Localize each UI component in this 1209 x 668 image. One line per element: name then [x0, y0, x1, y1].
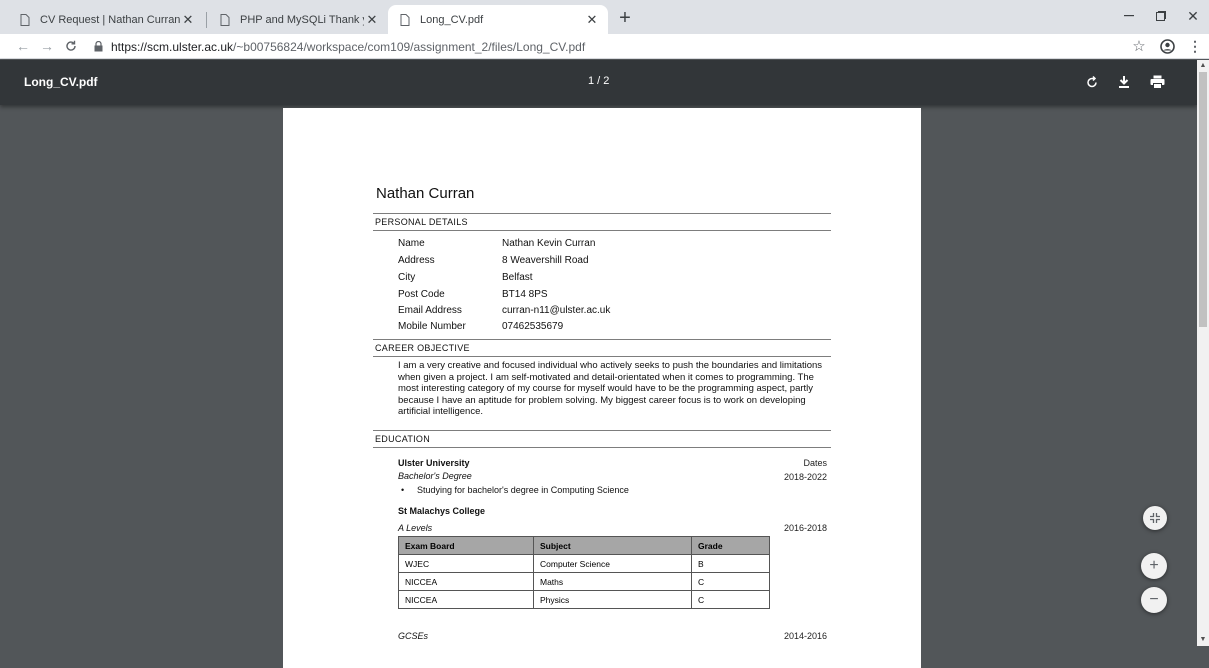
new-tab-button[interactable]: + [613, 8, 637, 30]
back-icon[interactable]: ← [14, 37, 32, 55]
alevels-dates: 2016-2018 [783, 523, 827, 533]
scroll-up-icon[interactable]: ▲ [1197, 60, 1209, 72]
table-cell: WJEC [398, 554, 534, 573]
table-row: NICCEA Maths C [398, 572, 770, 591]
tab-strip: CV Request | Nathan Curran ✕ PHP and MyS… [0, 0, 1209, 34]
scroll-down-icon[interactable]: ▼ [1197, 634, 1209, 646]
plus-icon: + [1149, 557, 1159, 574]
degree-title: Bachelor's Degree [398, 471, 472, 481]
college-name: St Malachys College [398, 506, 486, 516]
table-cell: NICCEA [398, 590, 534, 609]
bookmark-star-icon[interactable]: ☆ [1130, 37, 1148, 55]
maximize-icon[interactable] [1150, 6, 1172, 26]
forward-icon[interactable]: → [38, 37, 56, 55]
minus-icon: − [1149, 591, 1159, 608]
career-objective-text: I am a very creative and focused individ… [398, 360, 823, 418]
col-header: Subject [533, 536, 692, 555]
rotate-icon[interactable] [1082, 72, 1102, 92]
table-row: NICCEA Physics C [398, 590, 770, 609]
col-header: Exam Board [398, 536, 534, 555]
scrollbar-thumb[interactable] [1199, 72, 1207, 327]
vertical-scrollbar[interactable]: ▲ ▼ [1197, 60, 1209, 646]
gcses-title: GCSEs [398, 631, 429, 641]
degree-bullet: • Studying for bachelor's degree in Compu… [401, 485, 629, 495]
cv-name: Nathan Curran [376, 185, 475, 202]
download-icon[interactable] [1114, 72, 1134, 92]
pdf-file-name: Long_CV.pdf [24, 75, 98, 89]
document-icon [18, 13, 32, 27]
close-icon[interactable]: ✕ [584, 12, 600, 28]
tab-long-cv[interactable]: Long_CV.pdf ✕ [388, 5, 608, 34]
detail-row: Mobile Number 07462535679 [398, 321, 564, 332]
url-host: https://scm.ulster.ac.uk [111, 39, 234, 54]
alevels-title: A Levels [398, 523, 433, 533]
detail-row: Name Nathan Kevin Curran [398, 238, 596, 249]
alevels-table: Exam Board Subject Grade WJEC Computer S… [398, 536, 770, 609]
dates-header: Dates [803, 458, 827, 468]
table-row: WJEC Computer Science B [398, 554, 770, 573]
close-icon[interactable]: ✕ [180, 12, 196, 28]
table-header-row: Exam Board Subject Grade [398, 536, 770, 555]
col-header: Grade [691, 536, 770, 555]
tab-php-mysqli[interactable]: PHP and MySQLi Thank you mes ✕ [208, 5, 388, 34]
zoom-out-button[interactable]: − [1141, 587, 1167, 613]
university-name: Ulster University [398, 458, 470, 468]
tab-title: Long_CV.pdf [420, 13, 484, 26]
window-close-icon[interactable]: ✕ [1182, 6, 1204, 26]
tab-cv-request[interactable]: CV Request | Nathan Curran ✕ [8, 5, 204, 34]
detail-row: Address 8 Weavershill Road [398, 255, 589, 266]
menu-icon[interactable]: ⋮ [1186, 37, 1204, 55]
detail-row: City Belfast [398, 272, 533, 283]
pdf-toolbar: Long_CV.pdf 1 / 2 [0, 60, 1197, 105]
fit-page-icon [1149, 512, 1161, 524]
university-dates: 2018-2022 [783, 472, 827, 482]
lock-icon [94, 41, 103, 52]
minimize-icon[interactable] [1118, 6, 1140, 26]
zoom-in-button[interactable]: + [1141, 553, 1167, 579]
profile-icon[interactable] [1158, 37, 1176, 55]
fit-to-page-button[interactable] [1143, 506, 1167, 530]
table-cell: B [691, 554, 770, 573]
tab-divider [206, 12, 207, 28]
gcses-dates: 2014-2016 [783, 631, 827, 641]
table-cell: Computer Science [533, 554, 692, 573]
pdf-page: Nathan Curran PERSONAL DETAILS Name Natha… [283, 108, 921, 668]
section-personal-details: PERSONAL DETAILS [373, 213, 831, 231]
reload-icon[interactable] [62, 37, 80, 55]
table-cell: NICCEA [398, 572, 534, 591]
document-icon [218, 13, 232, 27]
document-icon [398, 13, 412, 27]
url-path: /~b00756824/workspace/com109/assignment_… [233, 39, 586, 54]
print-icon[interactable] [1147, 72, 1167, 92]
table-cell: C [691, 590, 770, 609]
browser-toolbar: ← → https://scm.ulster.ac.uk/~b00756824/… [0, 34, 1209, 59]
close-icon[interactable]: ✕ [364, 12, 380, 28]
table-cell: Physics [533, 590, 692, 609]
table-cell: C [691, 572, 770, 591]
detail-row: Post Code BT14 8PS [398, 289, 548, 300]
section-education: EDUCATION [373, 430, 831, 448]
page-indicator: 1 / 2 [588, 75, 610, 87]
tab-title: CV Request | Nathan Curran [40, 13, 180, 26]
detail-row: Email Address curran-n11@ulster.ac.uk [398, 305, 611, 316]
tab-title: PHP and MySQLi Thank you mes [240, 13, 364, 26]
address-bar[interactable]: https://scm.ulster.ac.uk/~b00756824/work… [94, 36, 585, 57]
table-cell: Maths [533, 572, 692, 591]
section-career-objective: CAREER OBJECTIVE [373, 339, 831, 357]
